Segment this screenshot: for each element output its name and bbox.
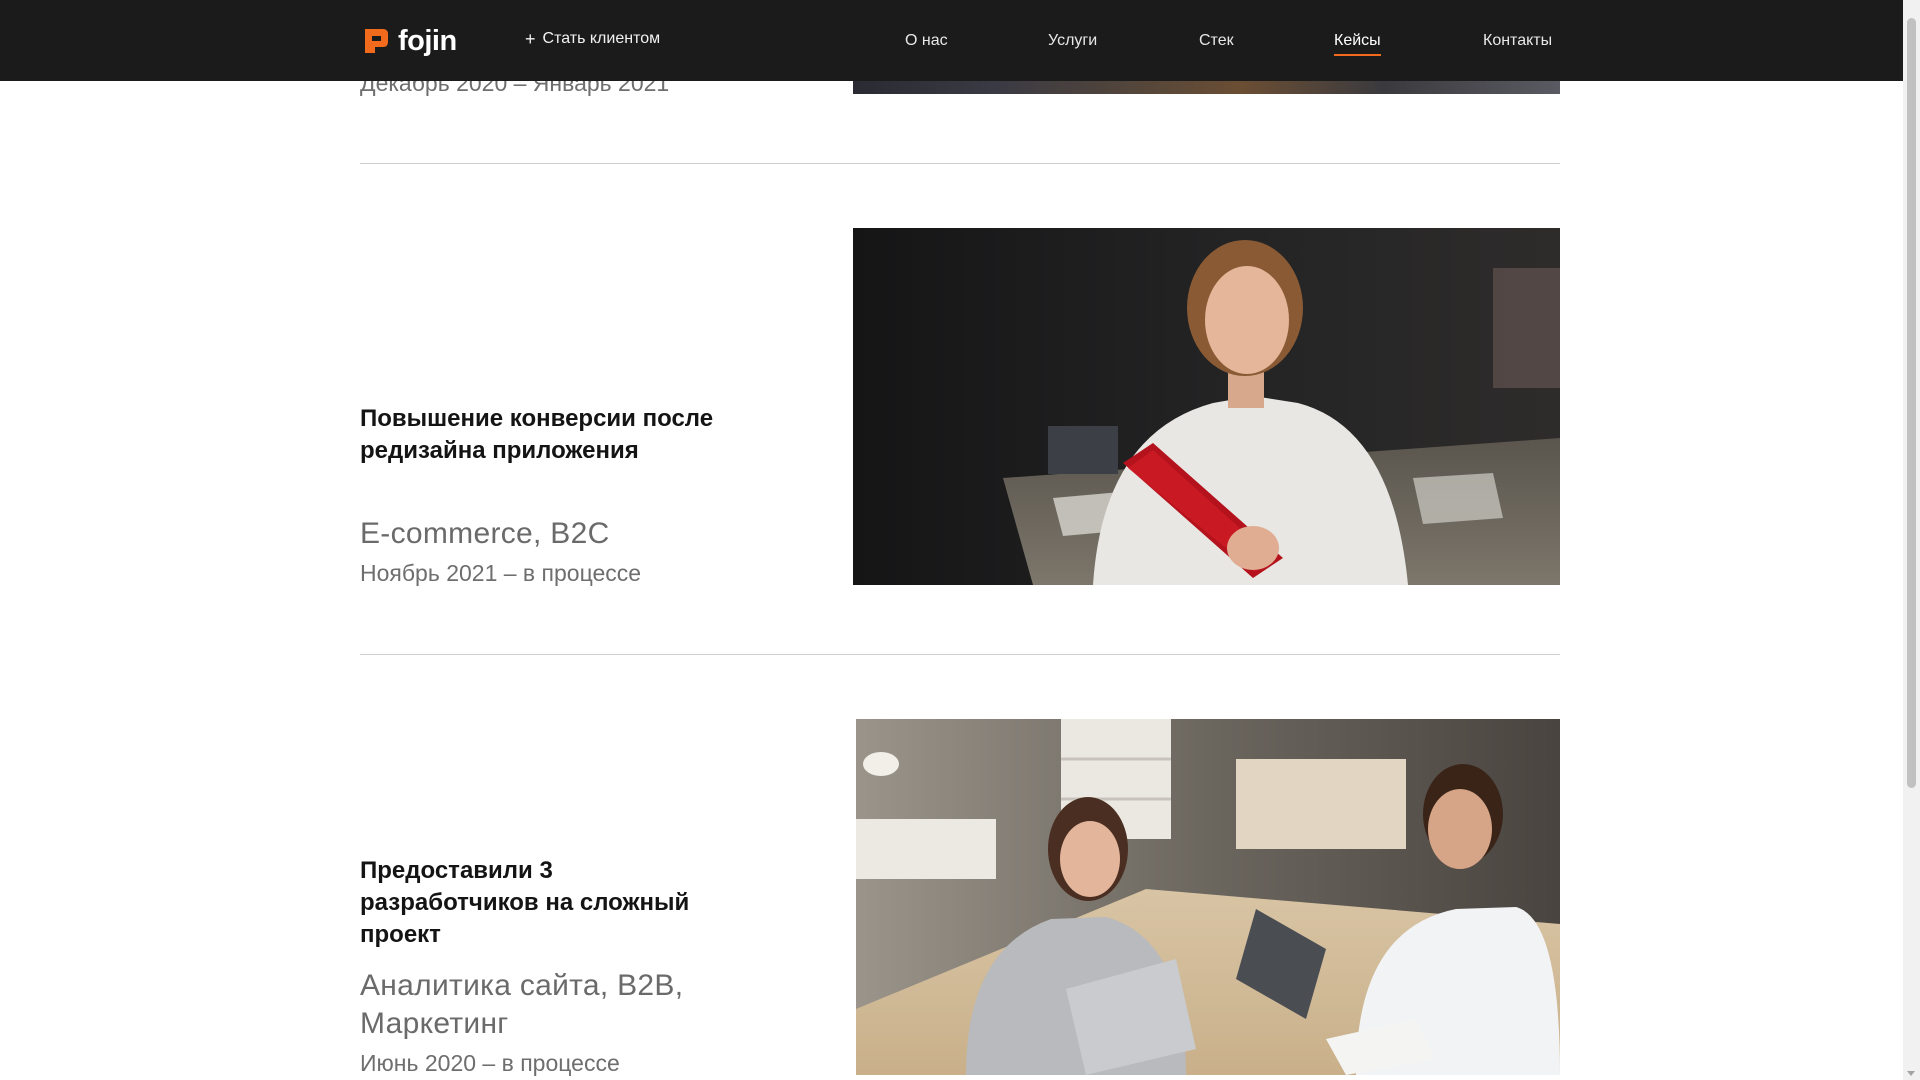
case-3-tags: Аналитика сайта, B2B, Маркетинг bbox=[360, 969, 684, 1040]
case-3-title[interactable]: Предоставили 3 разработчиков на сложный … bbox=[360, 855, 720, 951]
developers-at-laptops-image bbox=[856, 719, 1560, 1075]
main-nav: О нас Услуги Стек Кейсы Контакты bbox=[0, 30, 1903, 56]
nav-item-cases[interactable]: Кейсы bbox=[1334, 30, 1381, 56]
case-2-photo[interactable] bbox=[853, 228, 1560, 585]
case-2-dates: Ноябрь 2021 – в процессе bbox=[360, 560, 642, 586]
case-divider bbox=[360, 163, 1560, 164]
woman-with-laptop-image bbox=[853, 228, 1560, 585]
page-scrollbar[interactable] bbox=[1903, 0, 1920, 1080]
scrollbar-thumb[interactable] bbox=[1907, 18, 1916, 788]
nav-item-services[interactable]: Услуги bbox=[1048, 30, 1097, 52]
nav-item-about[interactable]: О нас bbox=[905, 30, 948, 52]
nav-item-stack[interactable]: Стек bbox=[1199, 30, 1234, 52]
nav-item-contacts[interactable]: Контакты bbox=[1483, 30, 1552, 52]
case-2-tags: E-commerce, B2C bbox=[360, 517, 610, 550]
case-3-photo[interactable] bbox=[856, 719, 1560, 1075]
site-header: fojin + Стать клиентом О нас Услуги Стек… bbox=[0, 0, 1903, 81]
scroll-down-arrow-icon[interactable] bbox=[1907, 1071, 1915, 1076]
case-divider bbox=[360, 654, 1560, 655]
case-2-title[interactable]: Повышение конверсии после редизайна прил… bbox=[360, 403, 720, 467]
case-3-dates: Июнь 2020 – в процессе bbox=[360, 1050, 620, 1076]
